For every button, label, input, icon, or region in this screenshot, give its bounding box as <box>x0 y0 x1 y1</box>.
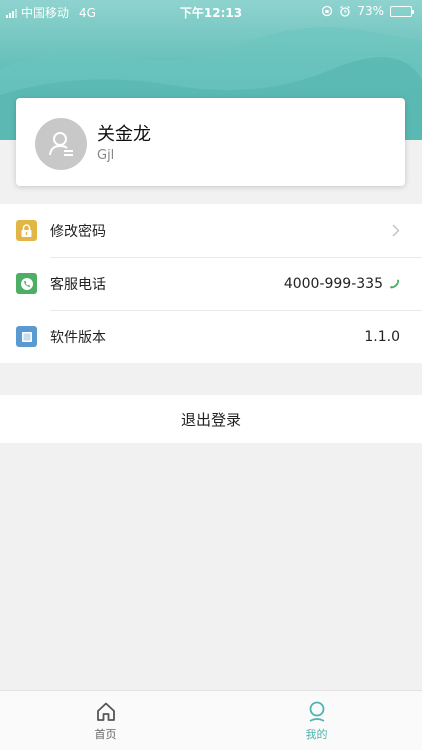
bottom-tab-bar: 首页 我的 <box>0 690 422 750</box>
tab-home[interactable]: 首页 <box>0 691 211 750</box>
menu-item-label: 客服电话 <box>50 276 106 293</box>
menu-item-app-version[interactable]: 软件版本 1.1.0 <box>0 310 422 363</box>
rotation-lock-icon <box>322 5 333 17</box>
app-version-value: 1.1.0 <box>364 328 400 345</box>
logout-button[interactable]: 退出登录 <box>0 395 422 443</box>
lock-icon <box>16 220 37 241</box>
menu-item-change-password[interactable]: 修改密码 <box>0 204 422 257</box>
battery-percent: 73% <box>357 4 384 18</box>
battery-icon <box>390 5 414 17</box>
user-account: Gjl <box>97 148 115 163</box>
status-bar: 中国移动 4G 下午12:13 73% <box>0 0 422 22</box>
tab-home-label: 首页 <box>94 728 117 741</box>
user-name: 关金龙 <box>97 124 151 145</box>
menu-item-label: 软件版本 <box>50 329 106 346</box>
home-icon <box>96 702 115 721</box>
app-version-icon <box>16 326 37 347</box>
avatar[interactable] <box>35 118 87 170</box>
call-icon[interactable] <box>389 278 400 289</box>
service-phone-number[interactable]: 4000-999-335 <box>284 276 383 292</box>
default-avatar-icon <box>49 132 73 156</box>
menu-item-label: 修改密码 <box>50 223 106 240</box>
tab-mine-label: 我的 <box>305 728 328 741</box>
phone-icon <box>16 273 37 294</box>
chevron-right-icon <box>392 224 400 237</box>
alarm-icon <box>340 5 351 17</box>
tab-mine[interactable]: 我的 <box>211 691 422 750</box>
menu-item-customer-service[interactable]: 客服电话 4000-999-335 <box>0 257 422 310</box>
profile-icon <box>309 701 324 722</box>
profile-card[interactable]: 关金龙 Gjl <box>16 98 405 186</box>
settings-menu: 修改密码 客服电话 4000-999-335 软件版本 1.1.0 <box>0 204 422 363</box>
